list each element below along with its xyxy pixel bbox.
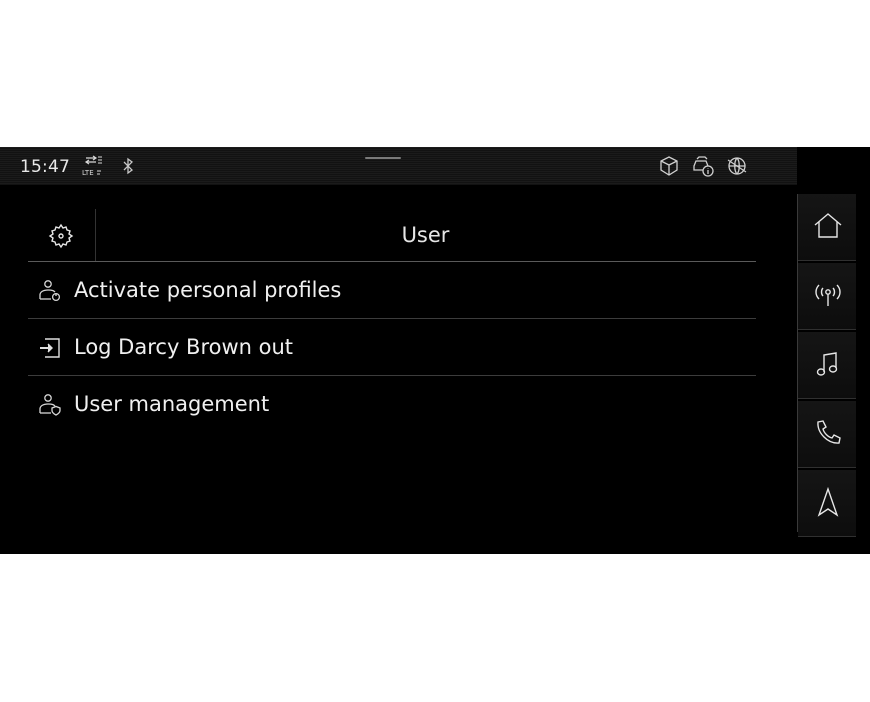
music-icon xyxy=(816,352,838,376)
status-bar: 15:47 LTE xyxy=(0,147,797,185)
shortcut-rail xyxy=(797,194,856,537)
home-button[interactable] xyxy=(798,194,856,261)
globe-icon xyxy=(725,154,749,178)
navigation-button[interactable] xyxy=(798,470,856,537)
drawer-handle[interactable] xyxy=(365,157,401,159)
logout-icon xyxy=(37,335,63,361)
user-power-icon xyxy=(37,278,63,304)
clock: 15:47 xyxy=(20,157,70,177)
lte-signal-icon: LTE xyxy=(80,154,104,178)
car-info-icon xyxy=(691,154,715,178)
settings-button[interactable] xyxy=(28,209,96,261)
page-header: User xyxy=(28,209,756,262)
list-item-user-management[interactable]: User management xyxy=(28,376,756,432)
radio-icon xyxy=(815,284,841,306)
list-item-label: Activate personal profiles xyxy=(74,278,342,302)
navigation-icon xyxy=(817,487,839,517)
list-item-activate-profiles[interactable]: Activate personal profiles xyxy=(28,262,756,319)
phone-icon xyxy=(817,420,841,444)
infotainment-screen: 15:47 LTE User Activate personal profile… xyxy=(0,147,870,554)
package-icon xyxy=(657,154,681,178)
svg-text:LTE: LTE xyxy=(82,169,94,177)
bluetooth-icon xyxy=(116,154,140,178)
radio-button[interactable] xyxy=(798,263,856,330)
gear-icon xyxy=(48,223,74,249)
list-item-label: Log Darcy Brown out xyxy=(74,335,294,359)
list-item-label: User management xyxy=(74,392,270,416)
phone-button[interactable] xyxy=(798,401,856,468)
page-title: User xyxy=(401,223,450,247)
music-button[interactable] xyxy=(798,332,856,399)
list-item-log-out[interactable]: Log Darcy Brown out xyxy=(28,319,756,376)
user-shield-icon xyxy=(37,392,63,418)
user-menu-list: Activate personal profiles Log Darcy Bro… xyxy=(28,262,756,432)
home-icon xyxy=(814,213,842,238)
